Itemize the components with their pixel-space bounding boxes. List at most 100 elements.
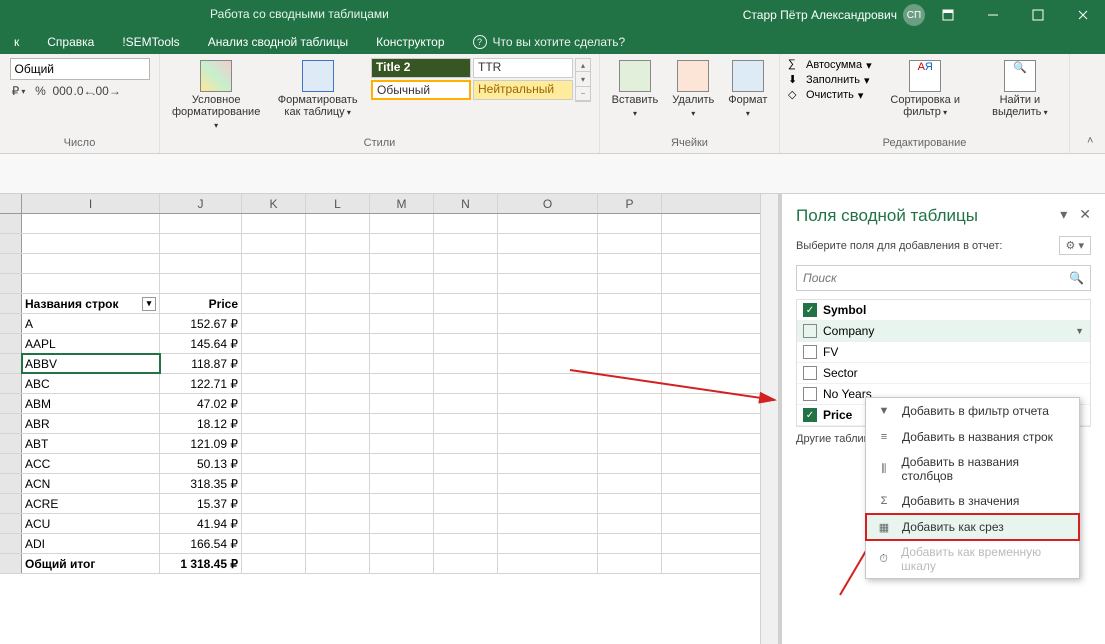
ribbon: ₽ % 000 .0← .00→ Число Условное форматир… — [0, 54, 1105, 154]
collapse-ribbon-icon[interactable]: ˄ — [1087, 135, 1101, 149]
search-input[interactable] — [803, 271, 1069, 285]
pivot-row[interactable]: ACC — [22, 454, 160, 473]
pane-close-icon[interactable]: ✕ — [1079, 206, 1091, 223]
pivot-row[interactable]: AAPL — [22, 334, 160, 353]
field-fv[interactable]: FV — [797, 342, 1090, 363]
pivot-total-label[interactable]: Общий итог — [22, 554, 160, 573]
field-sector[interactable]: Sector — [797, 363, 1090, 384]
worksheet[interactable]: I J K L M N O P Названия строк▾ Price A1… — [0, 194, 760, 644]
pivot-val[interactable]: 152.67 ₽ — [160, 314, 242, 333]
pivot-val[interactable]: 41.94 ₽ — [160, 514, 242, 533]
pivot-val[interactable]: 18.12 ₽ — [160, 414, 242, 433]
tell-me[interactable]: ? Что вы хотите сделать? — [459, 31, 640, 53]
col-header-K[interactable]: K — [242, 194, 306, 213]
pivot-val[interactable]: 15.37 ₽ — [160, 494, 242, 513]
format-cells-button[interactable]: Формат — [724, 58, 771, 122]
style-title2[interactable]: Title 2 — [371, 58, 471, 78]
style-neutral[interactable]: Нейтральный — [473, 80, 573, 100]
tab-cut[interactable]: к — [0, 31, 33, 53]
accounting-icon[interactable]: ₽ — [10, 82, 28, 100]
find-select-button[interactable]: 🔍 Найти и выделить — [979, 58, 1061, 121]
pivot-row[interactable]: ABT — [22, 434, 160, 453]
pivot-row[interactable]: ABM — [22, 394, 160, 413]
rows-icon: ≡ — [876, 429, 892, 445]
pivot-row[interactable]: ABC — [22, 374, 160, 393]
ctx-add-rows[interactable]: ≡Добавить в названия строк — [866, 424, 1079, 450]
decrease-decimal-icon[interactable]: .00→ — [98, 82, 116, 100]
cell-styles-gallery[interactable]: Title 2 TTR Обычный Нейтральный — [371, 58, 573, 100]
ribbon-display-icon[interactable] — [925, 0, 970, 30]
pivot-val[interactable]: 166.54 ₽ — [160, 534, 242, 553]
pivot-value-header[interactable]: Price — [160, 294, 242, 313]
group-styles: Условное форматирование Форматировать ка… — [160, 54, 600, 153]
sum-label: Автосумма — [806, 59, 862, 71]
ctx-add-cols[interactable]: ⫼Добавить в названия столбцов — [866, 450, 1079, 488]
row-filter-icon[interactable]: ▾ — [142, 297, 156, 311]
number-format-select[interactable] — [10, 58, 150, 80]
pivot-row-selected[interactable]: ABBV — [22, 354, 160, 373]
col-header-J[interactable]: J — [160, 194, 242, 213]
field-company[interactable]: Company▼ — [797, 321, 1090, 342]
ctx-add-values[interactable]: ΣДобавить в значения — [866, 488, 1079, 514]
col-header-O[interactable]: O — [498, 194, 598, 213]
tab-pivot-analyze[interactable]: Анализ сводной таблицы — [194, 31, 362, 53]
format-as-table-button[interactable]: Форматировать как таблицу — [270, 58, 365, 121]
col-header-P[interactable]: P — [598, 194, 662, 213]
select-all-corner[interactable] — [0, 194, 22, 213]
tab-help[interactable]: Справка — [33, 31, 108, 53]
checkbox-icon[interactable] — [803, 387, 817, 401]
pivot-val[interactable]: 122.71 ₽ — [160, 374, 242, 393]
checkbox-icon[interactable] — [803, 345, 817, 359]
format-label: Формат — [728, 94, 767, 106]
autosum-button[interactable]: ∑Автосумма ▾ — [788, 58, 872, 72]
minimize-icon[interactable] — [970, 0, 1015, 30]
gallery-dropdown[interactable]: ▴▾⎯ — [575, 58, 591, 102]
pivot-val[interactable]: 121.09 ₽ — [160, 434, 242, 453]
pivot-row[interactable]: A — [22, 314, 160, 333]
style-normal[interactable]: Обычный — [371, 80, 471, 100]
pivot-val[interactable]: 145.64 ₽ — [160, 334, 242, 353]
delete-cells-button[interactable]: Удалить — [668, 58, 718, 122]
clear-button[interactable]: ◇Очистить ▾ — [788, 88, 872, 102]
pivot-row[interactable]: ACRE — [22, 494, 160, 513]
pivot-val[interactable]: 318.35 ₽ — [160, 474, 242, 493]
pivot-val[interactable]: 47.02 ₽ — [160, 394, 242, 413]
col-header-N[interactable]: N — [434, 194, 498, 213]
pivot-row[interactable]: ACN — [22, 474, 160, 493]
insert-cells-button[interactable]: Вставить — [608, 58, 663, 122]
checkbox-icon[interactable]: ✓ — [803, 408, 817, 422]
tab-semtools[interactable]: !SEMTools — [108, 31, 193, 53]
maximize-icon[interactable] — [1015, 0, 1060, 30]
pivot-row[interactable]: ACU — [22, 514, 160, 533]
col-header-L[interactable]: L — [306, 194, 370, 213]
field-symbol[interactable]: ✓Symbol — [797, 300, 1090, 321]
gear-icon[interactable]: ⚙ ▾ — [1059, 236, 1091, 255]
sort-filter-button[interactable]: АЯ Сортировка и фильтр — [878, 58, 973, 121]
checkbox-icon[interactable] — [803, 366, 817, 380]
pivot-val[interactable]: 50.13 ₽ — [160, 454, 242, 473]
pivot-val[interactable]: 118.87 ₽ — [160, 354, 242, 373]
style-ttr[interactable]: TTR — [473, 58, 573, 78]
pivot-row-header[interactable]: Названия строк▾ — [22, 294, 160, 313]
increase-decimal-icon[interactable]: .0← — [76, 82, 94, 100]
checkbox-icon[interactable]: ✓ — [803, 303, 817, 317]
user-account[interactable]: Старр Пётр Александрович СП — [743, 4, 925, 26]
fill-button[interactable]: ⬇Заполнить ▾ — [788, 73, 872, 87]
pivot-total-value[interactable]: 1 318.45 ₽ — [160, 554, 242, 573]
checkbox-icon[interactable] — [803, 324, 817, 338]
close-icon[interactable] — [1060, 0, 1105, 30]
comma-icon[interactable]: 000 — [54, 82, 72, 100]
tab-pivot-design[interactable]: Конструктор — [362, 31, 458, 53]
conditional-formatting-button[interactable]: Условное форматирование — [168, 58, 264, 134]
pivot-row[interactable]: ABR — [22, 414, 160, 433]
pivot-row[interactable]: ADI — [22, 534, 160, 553]
col-header-I[interactable]: I — [22, 194, 160, 213]
percent-icon[interactable]: % — [32, 82, 50, 100]
vertical-scrollbar[interactable] — [760, 194, 778, 644]
ctx-add-slicer[interactable]: ▦Добавить как срез — [866, 514, 1079, 540]
pane-options-icon[interactable]: ▾ — [1060, 206, 1067, 223]
field-dropdown-icon[interactable]: ▼ — [1075, 326, 1084, 336]
col-header-M[interactable]: M — [370, 194, 434, 213]
field-search[interactable]: 🔍 — [796, 265, 1091, 291]
ctx-add-filter[interactable]: ▼Добавить в фильтр отчета — [866, 398, 1079, 424]
